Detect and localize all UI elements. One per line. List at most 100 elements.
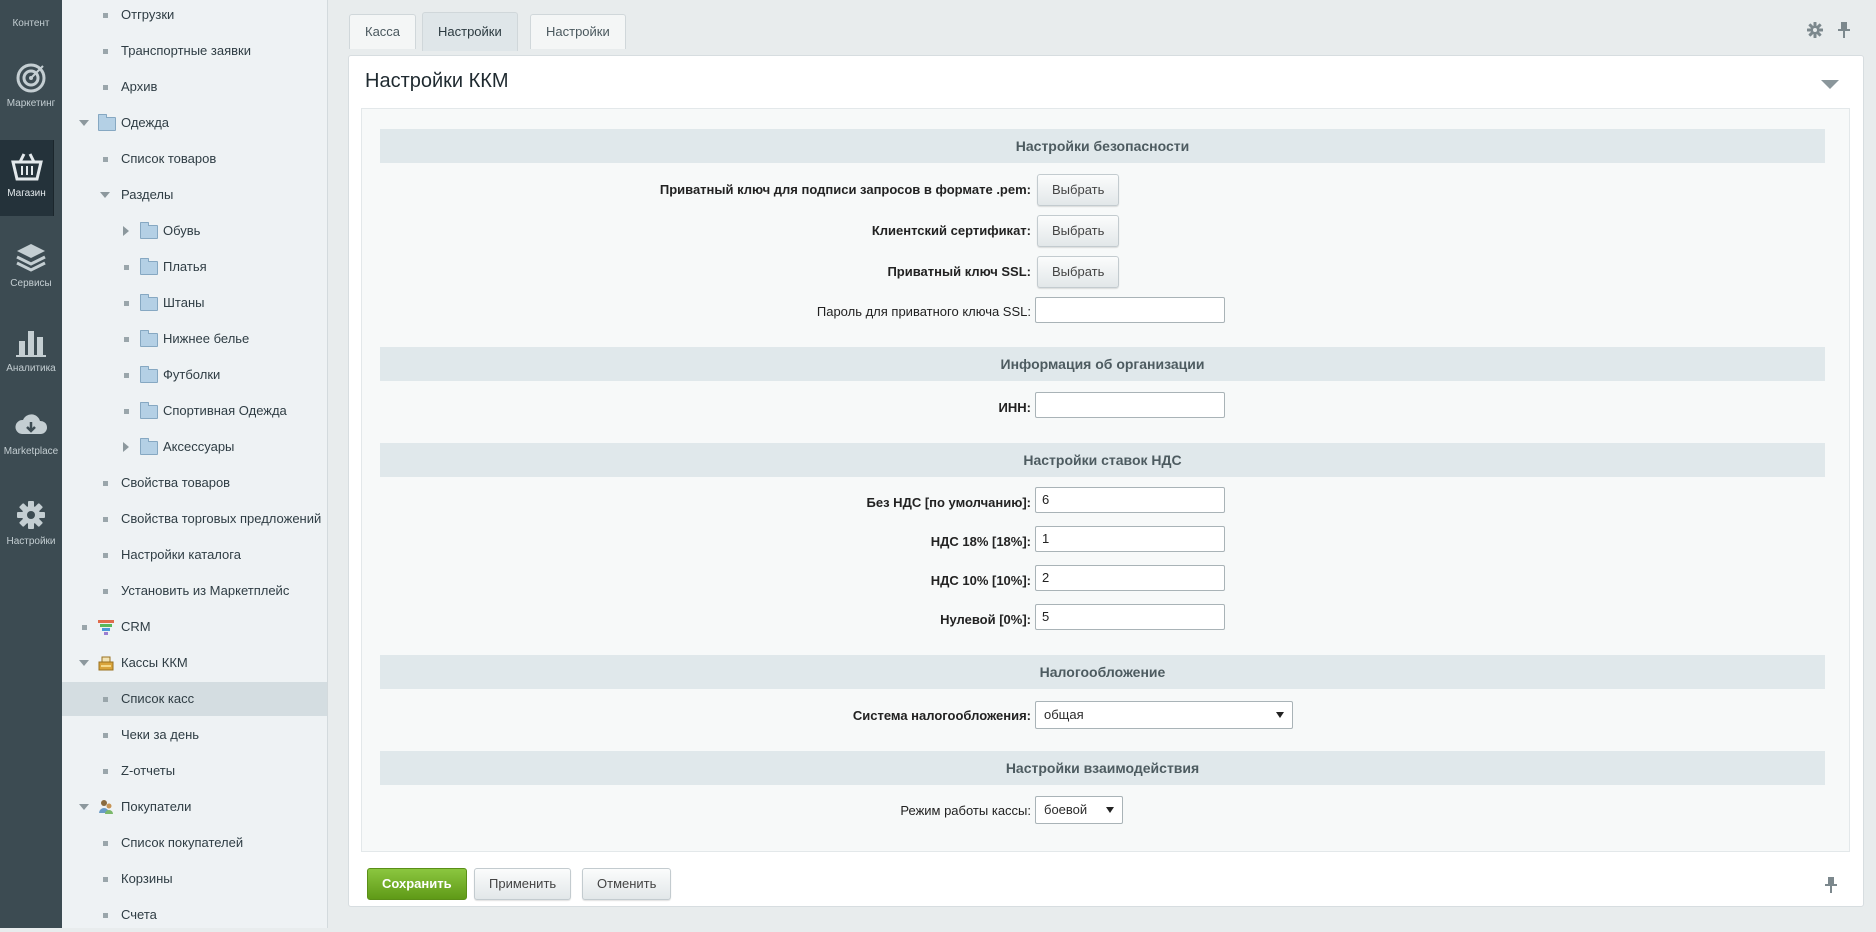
- tree-item-label: Установить из Маркетплейс: [121, 583, 290, 598]
- client-cert-row: Клиентский сертификат:: [362, 215, 1031, 245]
- tax-system-select[interactable]: общая: [1035, 701, 1293, 729]
- tree-item-sportswear[interactable]: Спортивная Одежда: [62, 394, 327, 428]
- tree-item-underwear[interactable]: Нижнее белье: [62, 322, 327, 356]
- vat18-input[interactable]: 1: [1035, 526, 1225, 552]
- tree-item-product-props[interactable]: Свойства товаров: [62, 466, 327, 500]
- bullet-icon: [103, 589, 108, 594]
- bullet-icon: [103, 841, 108, 846]
- inn-input[interactable]: [1035, 392, 1225, 418]
- tree-item-shoes[interactable]: Обувь: [62, 214, 327, 248]
- tree-item-crm[interactable]: CRM: [62, 610, 327, 644]
- tree-item-label: Транспортные заявки: [121, 43, 251, 58]
- tree-item-shipments[interactable]: Отгрузки: [62, 0, 327, 32]
- collapse-icon[interactable]: [1821, 80, 1839, 89]
- ssl-password-input[interactable]: [1035, 297, 1225, 323]
- vat0-input[interactable]: 5: [1035, 604, 1225, 630]
- bullet-icon: [82, 625, 87, 630]
- nav-item-label: Аналитика: [6, 363, 56, 374]
- nav-item-label: Контент: [12, 18, 50, 29]
- bullet-icon: [103, 769, 108, 774]
- nav-item-marketplace[interactable]: Marketplace: [0, 408, 62, 468]
- choose-client-cert-button[interactable]: Выбрать: [1037, 215, 1120, 247]
- expand-arrow-icon[interactable]: [79, 120, 89, 126]
- vat-none-input[interactable]: 6: [1035, 487, 1225, 513]
- bar-chart-icon: [16, 331, 46, 357]
- inn-row: ИНН:: [362, 392, 1031, 422]
- left-navigation-bar: Контент Маркетинг Магазин Сервисы Аналит…: [0, 0, 62, 928]
- tab-ofd-settings[interactable]: Настройки ОФД: [530, 14, 626, 73]
- cloud-download-icon: [15, 414, 48, 434]
- tax-system-value: общая: [1044, 707, 1084, 722]
- tree-item-label: Чеки за день: [121, 727, 200, 742]
- tab-settings[interactable]: Настройки: [422, 12, 518, 51]
- section-org-header: Информация об организации: [380, 347, 1825, 381]
- bullet-icon: [103, 517, 108, 522]
- nav-item-label: Сервисы: [10, 278, 52, 289]
- nav-item-shop[interactable]: Магазин: [0, 140, 54, 216]
- tree-item-kkm-list[interactable]: Список касс: [62, 682, 327, 716]
- tree-item-daily-checks[interactable]: Чеки за день: [62, 718, 327, 752]
- client-cert-label: Клиентский сертификат:: [871, 223, 1031, 238]
- tree-item-label: Аксессуары: [163, 439, 235, 454]
- panel-title: Настройки ККМ: [365, 70, 509, 92]
- mode-select[interactable]: боевой: [1035, 796, 1123, 824]
- cash-register-icon: [98, 656, 114, 671]
- apply-button[interactable]: Применить: [474, 868, 572, 900]
- tax-system-row: Система налогообложения:: [362, 700, 1031, 730]
- nav-item-content[interactable]: Контент: [0, 4, 62, 36]
- tree-item-buyers[interactable]: Покупатели: [62, 790, 327, 824]
- tree-menu: Отгрузки Транспортные заявки Архив Одежд…: [62, 0, 328, 928]
- basket-icon: [10, 153, 43, 181]
- tree-item-label: Одежда: [121, 115, 170, 130]
- tree-item-transport[interactable]: Транспортные заявки: [62, 34, 327, 68]
- tree-item-label: Свойства товаров: [121, 475, 231, 490]
- tree-item-sections[interactable]: Разделы: [62, 178, 327, 212]
- tree-item-buyer-list[interactable]: Список покупателей: [62, 826, 327, 860]
- tree-item-label: Покупатели: [121, 799, 192, 814]
- choose-ssl-key-button[interactable]: Выбрать: [1037, 256, 1120, 288]
- tab-kassa[interactable]: Касса: [349, 14, 417, 49]
- tree-item-install-marketplace[interactable]: Установить из Маркетплейс: [62, 574, 327, 608]
- tree-item-accessories[interactable]: Аксессуары: [62, 430, 327, 464]
- form-area: Настройки безопасности Приватный ключ дл…: [361, 108, 1850, 852]
- tree-item-product-list[interactable]: Список товаров: [62, 142, 327, 176]
- save-button[interactable]: Сохранить: [367, 868, 467, 900]
- tree-item-kkm[interactable]: Кассы ККМ: [62, 646, 327, 680]
- expand-arrow-icon[interactable]: [79, 804, 89, 810]
- choose-private-key-button[interactable]: Выбрать: [1037, 174, 1120, 206]
- expand-arrow-icon[interactable]: [79, 660, 89, 666]
- tree-item-tshirts[interactable]: Футболки: [62, 358, 327, 392]
- tree-item-clothing[interactable]: Одежда: [62, 106, 327, 140]
- pin-icon[interactable]: [1838, 22, 1850, 38]
- tree-item-offer-props[interactable]: Свойства торговых предложений: [62, 502, 327, 536]
- nav-item-settings[interactable]: Настройки: [0, 498, 62, 558]
- ssl-password-label: Пароль для приватного ключа SSL:: [816, 304, 1031, 319]
- tree-item-carts[interactable]: Корзины: [62, 862, 327, 896]
- bullet-icon: [103, 877, 108, 882]
- vat18-label: НДС 18% [18%]:: [930, 534, 1031, 549]
- tree-item-dresses[interactable]: Платья: [62, 250, 327, 284]
- pin-icon[interactable]: [1825, 877, 1837, 893]
- tree-item-z-reports[interactable]: Z-отчеты: [62, 754, 327, 788]
- vat10-input[interactable]: 2: [1035, 565, 1225, 591]
- cancel-button[interactable]: Отменить: [582, 868, 672, 900]
- tree-item-catalog-settings[interactable]: Настройки каталога: [62, 538, 327, 572]
- nav-item-services[interactable]: Сервисы: [0, 240, 62, 300]
- users-icon: [99, 800, 113, 814]
- settings-panel: Настройки ККМ Настройки безопасности При…: [348, 55, 1864, 907]
- target-icon: [16, 63, 46, 93]
- mode-value: боевой: [1044, 802, 1088, 817]
- nav-item-analytics[interactable]: Аналитика: [0, 325, 62, 385]
- folder-icon: [140, 294, 158, 311]
- tree-item-invoices[interactable]: Счета: [62, 898, 327, 932]
- expand-arrow-icon[interactable]: [100, 192, 110, 198]
- nav-item-marketing[interactable]: Маркетинг: [0, 60, 62, 120]
- tree-item-archive[interactable]: Архив: [62, 70, 327, 104]
- gear-icon[interactable]: [1807, 22, 1823, 38]
- funnel-icon: [98, 620, 114, 635]
- collapsed-arrow-icon[interactable]: [123, 442, 129, 452]
- tree-item-pants[interactable]: Штаны: [62, 286, 327, 320]
- collapsed-arrow-icon[interactable]: [123, 226, 129, 236]
- ssl-key-row: Приватный ключ SSL:: [362, 256, 1031, 286]
- private-key-label: Приватный ключ для подписи запросов в фо…: [659, 182, 1031, 197]
